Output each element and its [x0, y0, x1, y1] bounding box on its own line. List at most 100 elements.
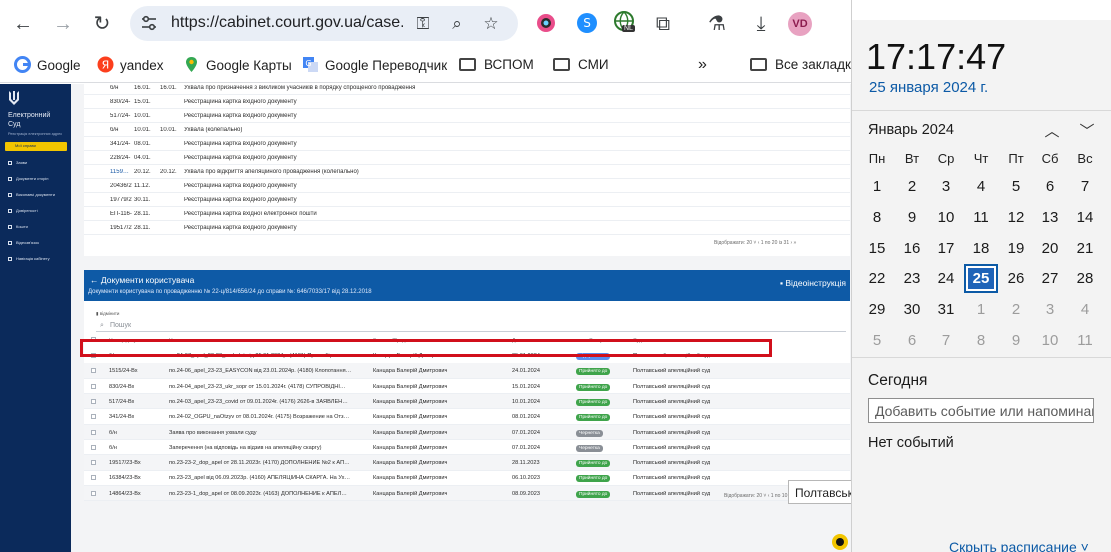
vpn-extension-icon[interactable]: NL [613, 10, 639, 38]
sidebar-item[interactable]: Кошти [8, 224, 28, 229]
site-settings-icon[interactable] [140, 14, 158, 32]
calendar-day[interactable]: 9 [895, 203, 929, 232]
calendar-day[interactable]: 11 [1068, 326, 1102, 355]
table-row[interactable]: 1159… 20.12. 20.12. Ухвала про відкриття ап… [84, 165, 850, 179]
calendar-day[interactable]: 19 [999, 234, 1033, 263]
table-row[interactable]: 16384/23-Вх по.23-23_apel від 06.09.2023р… [84, 470, 850, 486]
calendar-day[interactable]: 3 [1033, 295, 1067, 324]
table-row[interactable]: б/н Заперечення (на відповідь на відзив н… [84, 440, 850, 456]
calendar-day[interactable]: 24 [929, 264, 963, 293]
table-row[interactable]: 341/24- 08.01. Реєстраційна картка вхідног… [84, 137, 850, 151]
table-row[interactable]: б/н Заява про виконання ухвали суду Канцар… [84, 424, 850, 440]
doc-number[interactable]: 341/24- [110, 141, 134, 147]
sidebar-item[interactable]: Документи сторін [8, 176, 48, 181]
doc-name[interactable]: по.24-06_apel_23-23_EASYCON від 23.01.20… [169, 368, 369, 374]
filter-reset-link[interactable]: ▮ відмінити [96, 311, 119, 317]
doc-name[interactable]: по.23-23-2_dop_apel от 28.11.2023г. (417… [169, 460, 369, 466]
video-instruction-link[interactable]: ▪ Відеоінструкція [780, 278, 846, 288]
calendar-day[interactable]: 6 [1033, 172, 1067, 201]
row-checkbox[interactable] [91, 444, 96, 450]
calendar-day[interactable]: 12 [999, 203, 1033, 232]
doc-title[interactable]: Реєстраційна картка вхідного документу [184, 99, 297, 105]
doc-name[interactable]: по.24-02_OGPU_naOtzyv от 08.01.2024г. (4… [169, 414, 369, 420]
sidebar-item[interactable]: Виконавчі документи [8, 192, 55, 197]
key-icon[interactable]: ⚿ [412, 13, 434, 35]
doc-name[interactable]: по.23-23-1_dop_apel от 08.09.2023г. (416… [169, 491, 369, 497]
table-row[interactable]: 830/24- 15.01. Реєстраційна картка вхідног… [84, 95, 850, 109]
calendar-day[interactable]: 14 [1068, 203, 1102, 232]
row-checkbox[interactable] [91, 383, 96, 389]
forward-icon[interactable]: → [50, 11, 76, 37]
color-extension-icon[interactable] [535, 12, 557, 34]
doc-title[interactable]: Реєстраційна картка вхідного документу [184, 155, 297, 161]
row-checkbox[interactable] [91, 460, 96, 466]
sidebar-item-my-cases[interactable]: Мої справи [5, 142, 67, 151]
doc-title[interactable]: Ухвала про відкриття апеляційного провад… [184, 169, 359, 175]
shazam-extension-icon[interactable]: S [576, 12, 598, 34]
doc-number[interactable]: 830/24- [110, 99, 134, 105]
bookmark-all-bookmarks[interactable]: Все закладки [750, 56, 858, 76]
sidebar-item[interactable]: Навігація кабінету [8, 256, 50, 261]
sidebar-item[interactable]: Довіреності [8, 208, 38, 213]
row-checkbox[interactable] [91, 414, 96, 420]
profile-avatar[interactable]: VD [788, 12, 812, 36]
calendar-month[interactable]: Январь 2024 [868, 122, 954, 138]
back-icon[interactable]: ← [10, 11, 36, 37]
bookmark-yandex[interactable]: Яyandex [97, 56, 164, 76]
table-row[interactable]: 1515/24-Вх по.24-06_apel_23-23_EASYCON ві… [84, 363, 850, 379]
calendar-day[interactable]: 30 [895, 295, 929, 324]
calendar-day[interactable]: 23 [895, 264, 929, 293]
doc-title[interactable]: Реєстраційна картка вхідного документу [184, 183, 297, 189]
doc-title[interactable]: Ухвала про призначення з викликом учасни… [184, 85, 415, 91]
calendar-day[interactable]: 15 [860, 234, 894, 263]
calendar-day[interactable]: 1 [860, 172, 894, 201]
doc-title[interactable]: Реєстраційна картка вхідного документу [184, 225, 297, 231]
table-row[interactable]: 517/24- 10.01. Реєстраційна картка вхідног… [84, 109, 850, 123]
doc-name[interactable]: Заперечення (на відповідь на відзив на а… [169, 445, 369, 451]
calendar-day[interactable]: 13 [1033, 203, 1067, 232]
sidebar-item[interactable]: Заяви [8, 160, 27, 165]
doc-number[interactable]: 517/24- [110, 113, 134, 119]
calendar-day[interactable]: 29 [860, 295, 894, 324]
extensions-puzzle-icon[interactable]: ⧉ [650, 11, 676, 37]
calendar-day[interactable]: 31 [929, 295, 963, 324]
table-row[interactable]: б/н 10.01. 10.01. Ухвала (колегіально) [84, 123, 850, 137]
url-text[interactable]: https://cabinet.court.gov.ua/case... [171, 14, 403, 32]
doc-name[interactable]: по.24-03_apel_23-23_covid от 09.01.2024г… [169, 399, 369, 405]
calendar-day[interactable]: 2 [895, 172, 929, 201]
doc-title[interactable]: Реєстраційна картка вхідного документу [184, 197, 297, 203]
add-event-input[interactable]: Добавить событие или напоминание [868, 398, 1094, 423]
doc-number[interactable]: ЕП-116- [110, 211, 134, 217]
calendar-day[interactable]: 7 [1068, 172, 1102, 201]
doc-name[interactable]: по.23-23_apel від 06.09.2023р. (4160) АП… [169, 475, 369, 481]
calendar-day[interactable]: 2 [999, 295, 1033, 324]
panel-title[interactable]: ← Документи користувача [90, 275, 194, 285]
calendar-day[interactable]: 26 [999, 264, 1033, 293]
upper-pagination[interactable]: Відображати: 20 ˅ ‹ 1 по 20 із 31 › » [714, 240, 796, 246]
doc-number[interactable]: б/н [110, 85, 134, 91]
calendar-day[interactable]: 17 [929, 234, 963, 263]
calendar-day[interactable]: 7 [929, 326, 963, 355]
calendar-day[interactable]: 16 [895, 234, 929, 263]
row-checkbox[interactable] [91, 429, 96, 435]
calendar-day[interactable]: 21 [1068, 234, 1102, 263]
table-row[interactable]: 19517/23-Вх по.23-23-2_dop_apel от 28.11.… [84, 455, 850, 471]
doc-title[interactable]: Ухвала (колегіально) [184, 127, 242, 133]
calendar-day[interactable]: 5 [999, 172, 1033, 201]
calendar-day[interactable]: 27 [1033, 264, 1067, 293]
calendar-day[interactable]: 20 [1033, 234, 1067, 263]
bookmark-google-maps[interactable]: Google Карты [183, 56, 292, 76]
table-row[interactable]: 517/24-Вх по.24-03_apel_23-23_covid от 09… [84, 393, 850, 410]
calendar-day[interactable]: 10 [1033, 326, 1067, 355]
calendar-day[interactable]: 10 [929, 203, 963, 232]
doc-title[interactable]: Реєстраційна картка вхідної електронної … [184, 211, 317, 217]
calendar-day[interactable]: 28 [1068, 264, 1102, 293]
doc-title[interactable]: Реєстраційна картка вхідного документу [184, 113, 297, 119]
hide-schedule-link[interactable]: Скрыть расписание ˅ [949, 539, 1089, 552]
calendar-day[interactable]: 4 [1068, 295, 1102, 324]
bookmark-google[interactable]: Google [14, 56, 81, 76]
doc-number[interactable]: 19517/2 [110, 225, 134, 231]
calendar-day[interactable]: 3 [929, 172, 963, 201]
doc-name[interactable]: по.24-04_apel_23-23_ukr_sopr от 15.01.20… [169, 384, 369, 390]
bookmarks-overflow-icon[interactable]: » [698, 56, 707, 76]
